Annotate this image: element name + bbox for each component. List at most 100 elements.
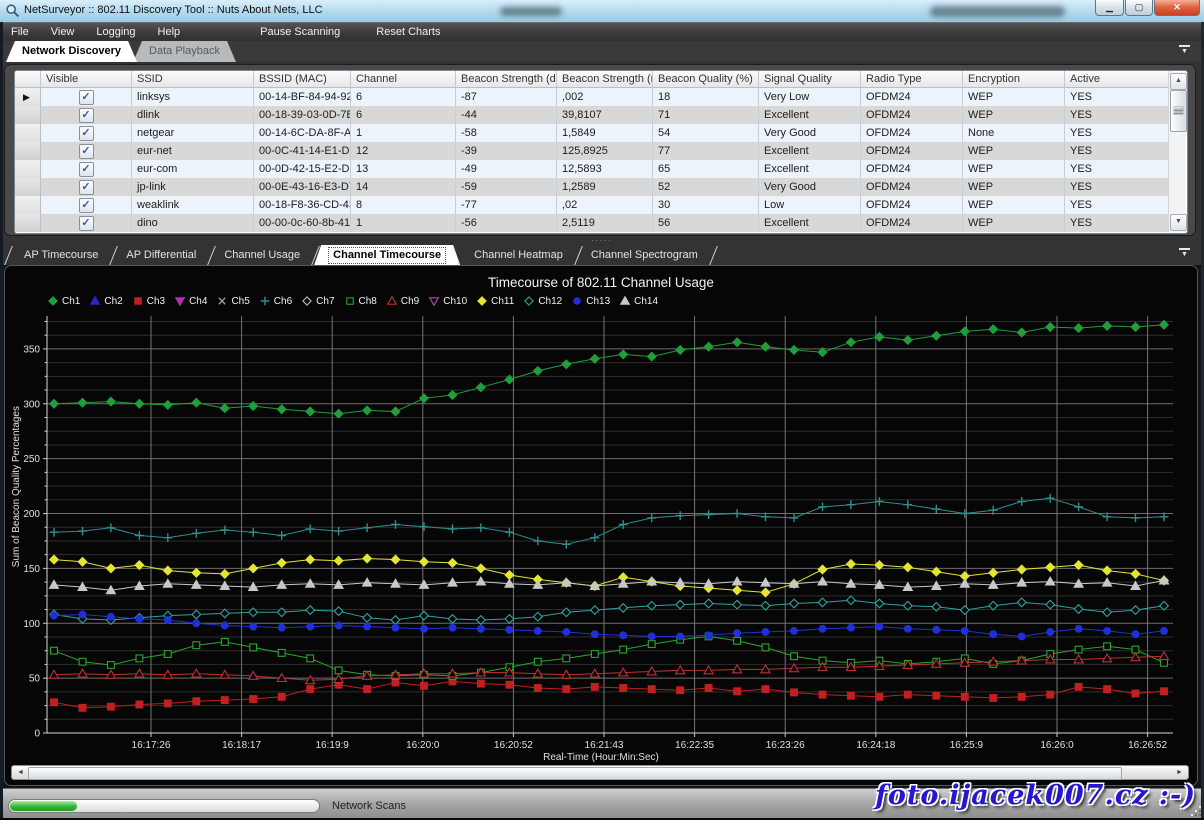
ssid-cell: netgear xyxy=(132,124,254,142)
visible-checkbox[interactable]: ✓ xyxy=(79,198,94,213)
tab-ap-timecourse[interactable]: AP Timecourse xyxy=(10,245,112,265)
table-row[interactable]: ✓eur-net00-0C-41-14-E1-D512-39125,892577… xyxy=(15,142,1187,160)
chart-scroll-thumb[interactable] xyxy=(28,767,1122,780)
row-selector[interactable] xyxy=(15,178,41,196)
table-vertical-scrollbar[interactable]: ▲ ▼ xyxy=(1168,72,1186,232)
column-header[interactable]: Signal Quality xyxy=(759,71,861,88)
menu-view[interactable]: View xyxy=(40,23,86,42)
menu-help[interactable]: Help xyxy=(147,23,192,42)
column-header[interactable]: SSID xyxy=(132,71,254,88)
scroll-left-icon[interactable]: ◄ xyxy=(14,767,27,778)
beacon_mw-cell: 125,8925 xyxy=(557,142,653,160)
visible-cell: ✓ xyxy=(41,106,132,124)
channel-cell: 14 xyxy=(351,178,456,196)
menu-file[interactable]: File xyxy=(0,23,40,42)
beacon_mw-cell: ,002 xyxy=(557,88,653,106)
table-row[interactable]: ✓dino00-00-0c-60-8b-411-562,511956Excell… xyxy=(15,214,1187,232)
column-header[interactable]: Beacon Strength (m... xyxy=(557,71,653,88)
beacon_mw-cell: 2,5119 xyxy=(557,214,653,232)
row-selector[interactable] xyxy=(15,142,41,160)
signal_quality-cell: Excellent xyxy=(759,106,861,124)
minimize-button[interactable]: ▁ xyxy=(1095,0,1124,16)
row-selector[interactable]: ▶ xyxy=(15,88,41,106)
app-magnifier-icon xyxy=(5,3,21,19)
row-selector[interactable] xyxy=(15,106,41,124)
signal_quality-cell: Excellent xyxy=(759,214,861,232)
tab-channel-spectrogram[interactable]: Channel Spectrogram xyxy=(577,245,712,265)
column-header[interactable]: Visible xyxy=(41,71,132,88)
beacon_quality-cell: 30 xyxy=(653,196,759,214)
column-header[interactable]: Beacon Quality (%) xyxy=(653,71,759,88)
legend-marker-icon xyxy=(344,295,357,307)
row-selector[interactable] xyxy=(15,196,41,214)
scroll-right-icon[interactable]: ► xyxy=(1173,767,1186,778)
legend-item-ch4: Ch4 xyxy=(174,295,207,307)
encryption-cell: WEP xyxy=(963,106,1065,124)
svg-text:350: 350 xyxy=(23,344,40,355)
row-selector-header xyxy=(15,71,41,88)
signal_quality-cell: Excellent xyxy=(759,142,861,160)
tab-channel-heatmap[interactable]: Channel Heatmap xyxy=(460,245,577,265)
scroll-up-icon[interactable]: ▲ xyxy=(1170,73,1187,90)
tab-ap-differential[interactable]: AP Differential xyxy=(112,245,210,265)
table-row[interactable]: ▶✓linksys00-14-BF-84-94-926-87,00218Very… xyxy=(15,88,1187,106)
chart-options-icon[interactable]: ▼ xyxy=(1179,248,1190,259)
bssid-cell: 00-18-F8-36-CD-43 xyxy=(254,196,351,214)
menu-logging[interactable]: Logging xyxy=(85,23,146,42)
table-row[interactable]: ✓jp-link00-0E-43-16-E3-D714-591,258952Ve… xyxy=(15,178,1187,196)
chart-horizontal-scrollbar[interactable]: ◄ ► xyxy=(11,765,1189,780)
column-header[interactable]: Active xyxy=(1065,71,1170,88)
reset-charts-button[interactable]: Reset Charts xyxy=(365,23,451,42)
visible-checkbox[interactable]: ✓ xyxy=(79,162,94,177)
background-window-artifact xyxy=(930,6,1065,17)
visible-checkbox[interactable]: ✓ xyxy=(79,180,94,195)
radio_type-cell: OFDM24 xyxy=(861,160,963,178)
row-selector[interactable] xyxy=(15,214,41,232)
tab-network-discovery[interactable]: Network Discovery xyxy=(6,41,137,62)
active-cell: YES xyxy=(1065,88,1170,106)
visible-cell: ✓ xyxy=(41,214,132,232)
visible-checkbox[interactable]: ✓ xyxy=(79,216,94,231)
table-row[interactable]: ✓eur-com00-0D-42-15-E2-D613-4912,589365E… xyxy=(15,160,1187,178)
legend-item-ch13: Ch13 xyxy=(571,295,610,307)
visible-checkbox[interactable]: ✓ xyxy=(79,126,94,141)
svg-text:16:17:26: 16:17:26 xyxy=(132,740,171,751)
tab-channel-usage[interactable]: Channel Usage xyxy=(210,245,314,265)
column-header[interactable]: Beacon Strength (d... xyxy=(456,71,557,88)
visible-checkbox[interactable]: ✓ xyxy=(79,144,94,159)
row-selector[interactable] xyxy=(15,124,41,142)
visible-checkbox[interactable]: ✓ xyxy=(79,90,94,105)
legend-marker-icon xyxy=(89,295,102,307)
column-header[interactable]: BSSID (MAC) xyxy=(254,71,351,88)
beacon_dbm-cell: -58 xyxy=(456,124,557,142)
active-cell: YES xyxy=(1065,214,1170,232)
scan-progress-fill xyxy=(10,801,77,811)
svg-text:16:24:18: 16:24:18 xyxy=(856,740,895,751)
table-row[interactable]: ✓netgear00-14-6C-DA-8F-A81-581,584954Ver… xyxy=(15,124,1187,142)
channel-cell: 13 xyxy=(351,160,456,178)
main-tab-bar: Network Discovery Data Playback ▼ xyxy=(0,41,1204,62)
row-selector[interactable] xyxy=(15,160,41,178)
column-header[interactable]: Channel xyxy=(351,71,456,88)
tab-data-playback[interactable]: Data Playback xyxy=(133,41,236,62)
svg-text:16:20:0: 16:20:0 xyxy=(406,740,440,751)
table-row[interactable]: ✓weaklink00-18-F8-36-CD-438-77,0230LowOF… xyxy=(15,196,1187,214)
legend-marker-icon xyxy=(523,295,536,307)
table-scroll-thumb[interactable] xyxy=(1170,90,1187,132)
beacon_dbm-cell: -56 xyxy=(456,214,557,232)
radio_type-cell: OFDM24 xyxy=(861,142,963,160)
pause-scanning-button[interactable]: Pause Scanning xyxy=(249,23,351,42)
visible-checkbox[interactable]: ✓ xyxy=(79,108,94,123)
chart-title: Timecourse of 802.11 Channel Usage xyxy=(5,275,1197,290)
column-header[interactable]: Radio Type xyxy=(861,71,963,88)
column-header[interactable]: Encryption xyxy=(963,71,1065,88)
grid-options-icon[interactable]: ▼ xyxy=(1179,45,1190,56)
splitter-handle[interactable]: ..... xyxy=(0,236,1204,244)
maximize-button[interactable]: ▢ xyxy=(1125,0,1153,16)
scroll-down-icon[interactable]: ▼ xyxy=(1170,214,1187,231)
ssid-cell: eur-net xyxy=(132,142,254,160)
ssid-cell: weaklink xyxy=(132,196,254,214)
table-row[interactable]: ✓dlink00-18-39-03-0D-7B6-4439,810771Exce… xyxy=(15,106,1187,124)
tab-channel-timecourse[interactable]: Channel Timecourse xyxy=(314,245,460,265)
close-button[interactable]: ✕ xyxy=(1154,0,1200,16)
